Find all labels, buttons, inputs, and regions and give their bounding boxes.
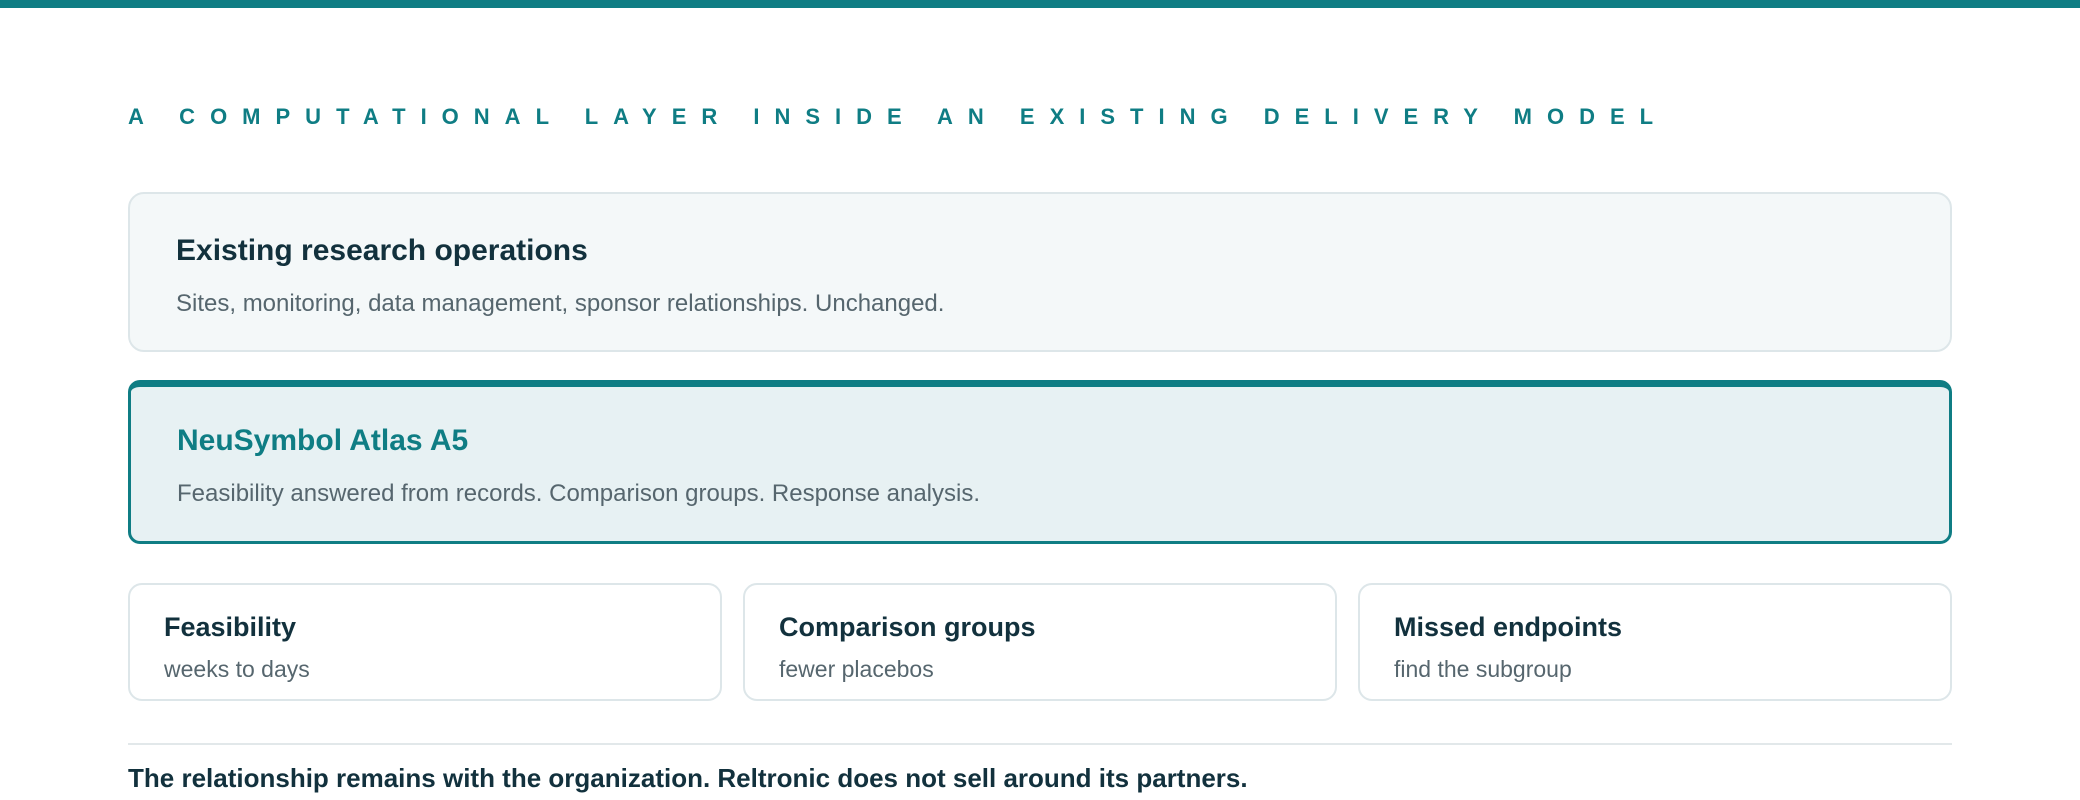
benefit-title: Missed endpoints <box>1394 612 1623 642</box>
benefit-card-feasibility: Feasibility weeks to days <box>128 583 722 701</box>
benefit-subtitle: find the subgroup <box>1394 656 1572 682</box>
benefit-title: Comparison groups <box>779 612 1036 642</box>
benefit-subtitle: weeks to days <box>164 656 310 682</box>
section-eyebrow: A COMPUTATIONAL LAYER INSIDE AN EXISTING… <box>128 104 1669 129</box>
atlas-layer-card: NeuSymbol Atlas A5 Feasibility answered … <box>128 380 1952 544</box>
atlas-layer-title: NeuSymbol Atlas A5 <box>177 424 469 457</box>
benefit-subtitle: fewer placebos <box>779 656 934 682</box>
benefit-title: Feasibility <box>164 612 297 642</box>
section-divider <box>128 743 1952 745</box>
benefit-card-comparison-groups: Comparison groups fewer placebos <box>743 583 1337 701</box>
existing-operations-title: Existing research operations <box>176 234 588 267</box>
atlas-layer-description: Feasibility answered from records. Compa… <box>177 480 981 507</box>
top-accent-bar <box>0 0 2080 8</box>
partnership-note: The relationship remains with the organi… <box>128 763 1248 793</box>
benefit-cards-row: Feasibility weeks to days Comparison gro… <box>128 583 1952 701</box>
benefit-card-missed-endpoints: Missed endpoints find the subgroup <box>1358 583 1952 701</box>
existing-operations-card: Existing research operations Sites, moni… <box>128 192 1952 352</box>
existing-operations-description: Sites, monitoring, data management, spon… <box>176 290 945 317</box>
